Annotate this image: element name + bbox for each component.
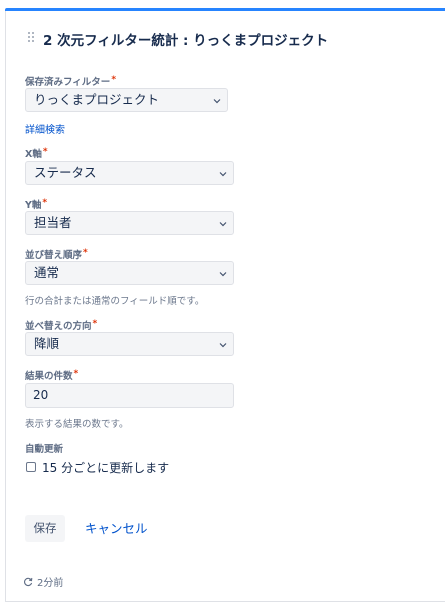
chevron-down-icon: [213, 99, 221, 104]
chevron-down-icon: [219, 343, 227, 348]
refresh-icon[interactable]: [23, 577, 33, 587]
result-count-input[interactable]: 20: [25, 383, 234, 408]
saved-filter-value: りっくまプロジェクト: [34, 92, 160, 107]
auto-refresh-label: 自動更新: [25, 444, 64, 455]
cancel-button[interactable]: キャンセル: [85, 515, 148, 542]
refresh-time: 2分前: [37, 578, 64, 589]
sort-direction-select[interactable]: 降順: [25, 332, 234, 356]
refresh-status: 2分前: [23, 574, 63, 589]
y-axis-select[interactable]: 担当者: [25, 211, 234, 235]
chevron-down-icon: [219, 172, 227, 177]
result-count-help: 表示する結果の数です。: [25, 419, 129, 430]
y-axis-label: Y軸*: [25, 198, 48, 211]
drag-handle-icon[interactable]: [27, 31, 35, 43]
saved-filter-select[interactable]: りっくまプロジェクト: [25, 88, 228, 112]
advanced-search-link[interactable]: 詳細検索: [25, 121, 65, 136]
chevron-down-icon: [219, 222, 227, 227]
sort-order-value: 通常: [34, 265, 60, 280]
x-axis-value: ステータス: [34, 165, 97, 180]
y-axis-value: 担当者: [34, 215, 72, 230]
x-axis-select[interactable]: ステータス: [25, 161, 234, 185]
x-axis-label: X軸*: [25, 147, 48, 160]
sort-order-help: 行の合計または通常のフィールド順です。: [25, 296, 205, 307]
saved-filter-label: 保存済みフィルター*: [25, 75, 117, 88]
auto-refresh-checkbox-label[interactable]: 15 分ごとに更新します: [42, 459, 169, 476]
sort-order-select[interactable]: 通常: [25, 261, 234, 285]
auto-refresh-checkbox[interactable]: [26, 462, 36, 472]
chevron-down-icon: [219, 272, 227, 277]
gadget-title: 2 次元フィルター統計 : りっくまプロジェクト: [43, 33, 329, 49]
sort-order-label: 並び替え順序*: [25, 248, 88, 261]
sort-direction-label: 並べ替えの方向*: [25, 319, 98, 332]
sort-direction-value: 降順: [34, 336, 60, 351]
result-count-label: 結果の件数*: [25, 369, 79, 382]
save-button[interactable]: 保存: [25, 515, 65, 542]
